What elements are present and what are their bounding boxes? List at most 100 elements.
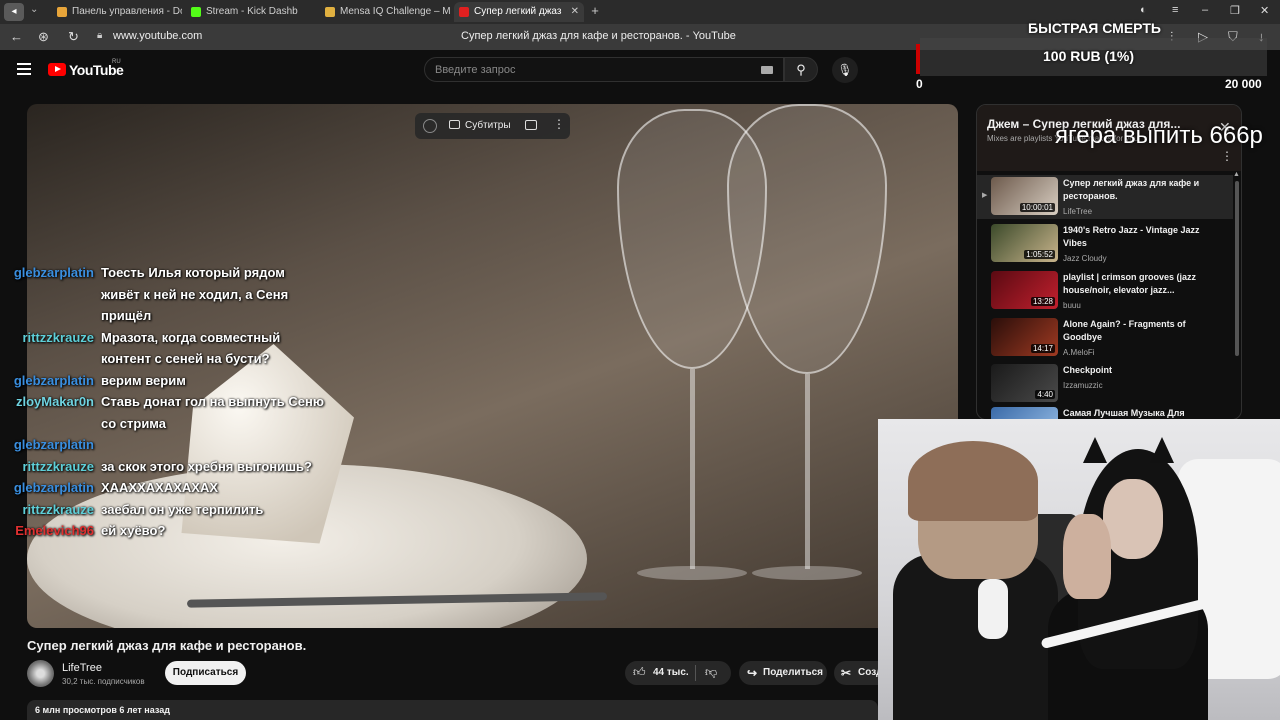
chat-username: glebzarplatin [13,265,94,280]
divider [695,665,696,681]
playlist-thumbnail[interactable]: 4:40 [991,364,1058,402]
chat-username: glebzarplatin [13,437,94,452]
player-controls-pill: Субтитры ⋮ [415,113,570,139]
playlist-item[interactable]: 14:17 Alone Again? - Fragments of Goodbye… [977,316,1233,360]
playlist-item-title[interactable]: Супер легкий джаз для кафе и ресторанов. [1063,177,1211,203]
duration-badge: 1:05:52 [1024,250,1055,259]
more-vert-icon[interactable]: ⋮ [553,117,565,131]
restore-icon[interactable]: ❐ [1230,4,1240,17]
donation-goal-amount: 100 RUB (1%) [1043,48,1135,64]
scissors-icon: ✂ [841,666,852,680]
subtitles-button[interactable]: Субтитры [465,120,511,131]
chat-message: zloyMakar0n Ставь донат гол на выпнуть Се… [0,391,330,434]
thumbs-up-icon[interactable]: 👍︎ [633,665,646,680]
back-icon[interactable]: ← [10,29,23,44]
page-title: Супер легкий джаз для кафе и ресторанов.… [461,30,736,42]
webcam-hand [1063,514,1111,599]
channel-name[interactable]: LifeTree [62,662,102,674]
url-field[interactable]: www.youtube.com [113,30,202,42]
description-box[interactable]: 6 млн просмотров 6 лет назад [27,700,878,720]
playlist-scrollbar[interactable] [1235,181,1239,356]
playlist-thumbnail[interactable]: 1:05:52 [991,224,1058,262]
close-window-icon[interactable]: ✕ [1260,4,1269,17]
hamburger-menu-icon[interactable] [17,63,31,75]
youtube-logo-icon[interactable] [48,63,66,76]
playlist-thumbnail[interactable]: 13:28 [991,271,1058,309]
subtitles-icon[interactable] [449,120,460,129]
yandex-icon[interactable]: ⊛ [38,29,49,45]
playlist-item[interactable]: 1:05:52 1940's Retro Jazz - Vintage Jazz … [977,222,1233,266]
browser-tab-mensa[interactable]: Mensa IQ Challenge – Me [320,2,450,22]
share-icon: ↪ [747,666,758,680]
search-button[interactable]: ⚲ [784,57,818,82]
duration-badge: 14:17 [1030,344,1055,353]
like-count[interactable]: 44 тыс. [653,667,689,678]
playlist-item-title[interactable]: playlist | crimson grooves (jazz house/n… [1063,271,1211,297]
search-input[interactable]: Введите запрос [424,57,784,82]
cat-ear-headphone [1150,437,1174,463]
youtube-favicon-icon [459,7,469,17]
duration-badge: 13:28 [1030,297,1055,306]
keyboard-icon[interactable] [761,66,773,74]
search-placeholder: Введите запрос [435,64,516,76]
chat-message: rittzzkrauze за скок этого хребня выгониш… [0,456,330,478]
microphone-icon: 🎙︎ [837,63,853,77]
playlist-item-author: Jazz Cloudy [1063,254,1107,263]
browser-tab-youtube[interactable]: Супер легкий джаз ✕ [454,2,584,22]
yandex-translate-icon[interactable] [423,119,437,133]
new-tab-button[interactable]: + [588,4,602,18]
channel-avatar[interactable] [27,660,54,687]
video-frame-glass-foot [637,566,747,580]
chevron-down-icon[interactable]: ⌄ [30,4,38,15]
playlist-thumbnail[interactable]: 14:17 [991,318,1058,356]
browser-tab-kick[interactable]: Stream - Kick Dashb [186,2,316,22]
chat-username: glebzarplatin [13,372,94,388]
playlist-item[interactable]: ▶ 10:00:01 Супер легкий джаз для кафе и ре… [977,175,1233,219]
duration-badge: 4:40 [1035,390,1055,399]
playlist-item[interactable]: 4:40 Checkpoint Izzamuzzic [977,362,1233,406]
video-stats: 6 млн просмотров 6 лет назад [35,705,170,715]
create-label: Созд [858,667,878,678]
subscriber-count: 30,2 тыс. подписчиков [62,677,145,686]
logo-region: RU [112,59,121,65]
chat-message: glebzarplatin Тоесть Илья который рядом ж… [0,262,330,327]
picture-in-picture-icon[interactable] [525,120,537,130]
playlist-thumbnail[interactable]: 10:00:01 [991,177,1058,215]
voice-search-button[interactable]: 🎙︎ [832,57,858,83]
playlist-item-author: buuu [1063,301,1081,310]
playlist-item[interactable]: Самая Лучшая Музыка Для [977,405,1233,419]
favicon-icon [325,7,335,17]
search-icon: ⚲ [796,62,806,77]
video-frame-glass-stem [805,374,810,569]
playlist-item-title[interactable]: 1940's Retro Jazz - Vintage Jazz Vibes [1063,224,1211,250]
chat-username: glebzarplatin [13,480,94,495]
like-dislike-group: 👍︎ 44 тыс. 👎︎ [625,661,731,685]
close-tab-icon[interactable]: ✕ [571,2,579,22]
lock-icon[interactable]: 🔒︎ [97,30,102,41]
donation-goal-max: 20 000 [1225,77,1262,91]
scroll-up-icon[interactable]: ▲ [1233,171,1240,178]
subscribe-button[interactable]: Подписаться [165,661,246,685]
menu-icon[interactable]: ≡ [1172,4,1178,16]
chat-message: glebzarplatin ХААХХАХАХАХАХ [0,477,330,499]
tab-label: Mensa IQ Challenge – Me [340,6,450,17]
chat-username: rittzzkrauze [22,501,94,517]
speaker-icon[interactable]: ◂ [4,3,24,21]
playlist-item-title[interactable]: Alone Again? - Fragments of Goodbye [1063,318,1211,344]
streamer-webcam [878,419,1280,720]
minimize-icon[interactable]: – [1202,4,1208,16]
reload-icon[interactable]: ↻ [68,29,79,45]
webcam-person [908,441,1038,521]
share-button[interactable]: ↪ Поделиться [739,661,827,685]
thumbs-down-icon[interactable]: 👎︎ [705,665,717,680]
profile-icon[interactable]: ◐ [1140,4,1147,16]
now-playing-icon: ▶ [982,192,988,199]
more-vert-icon[interactable]: ⋮ [1221,149,1233,163]
chat-text: ХААХХАХАХАХАХ [101,480,219,495]
playlist-item[interactable]: 13:28 playlist | crimson grooves (jazz ho… [977,269,1233,313]
cat-ear-headphone [1083,437,1107,463]
browser-tab-dashboard[interactable]: Панель управления - Don [52,2,182,22]
chat-text: верим верим [101,372,186,388]
playlist-item-title[interactable]: Checkpoint [1063,364,1211,377]
create-clip-button[interactable]: ✂ Созд [834,661,878,685]
